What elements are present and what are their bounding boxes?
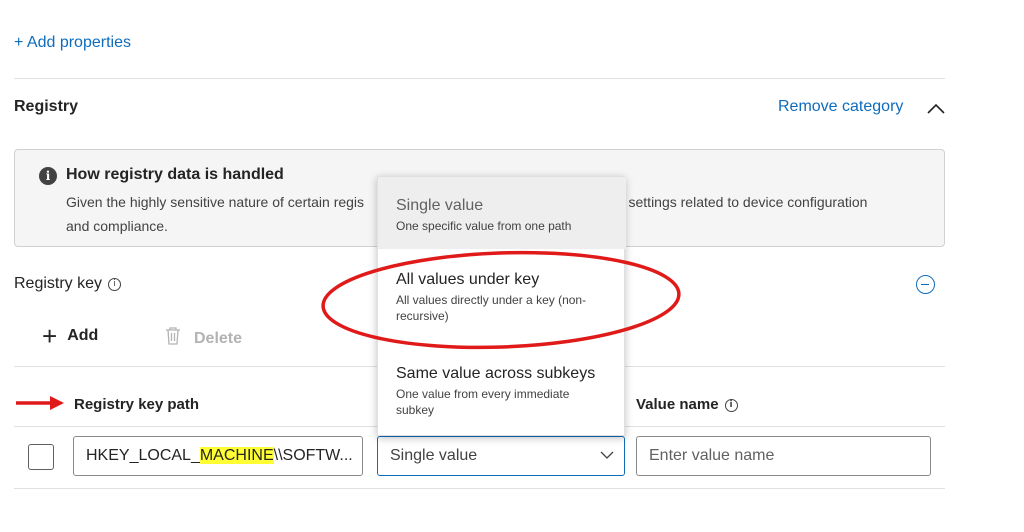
row-checkbox[interactable] <box>28 444 54 470</box>
registry-key-label: Registry key i <box>14 275 122 293</box>
info-body-line2: and compliance. <box>66 218 168 234</box>
red-arrow-icon <box>16 396 64 410</box>
add-properties-link[interactable]: + Add properties <box>14 34 131 52</box>
info-icon: i <box>39 167 57 185</box>
remove-category-link[interactable]: Remove category <box>778 98 903 116</box>
info-icon[interactable]: i <box>108 278 122 291</box>
registry-key-path-input[interactable]: HKEY_LOCAL_MACHINE\\SOFTW... <box>73 436 363 476</box>
column-header-value-name: Value name i <box>636 396 738 413</box>
plus-icon: + <box>42 321 58 351</box>
option-single-value[interactable]: Single value One specific value from one… <box>378 177 626 249</box>
info-body-end: ng settings related to device configurat… <box>609 194 868 210</box>
trash-icon <box>164 326 182 351</box>
collapse-minus-icon[interactable] <box>916 275 935 294</box>
add-button[interactable]: + Add <box>42 321 98 351</box>
option-same-value-across-subkeys[interactable]: Same value across subkeys One value from… <box>378 349 626 437</box>
chevron-up-icon[interactable] <box>924 98 948 118</box>
info-title: How registry data is handled <box>66 166 284 183</box>
chevron-down-icon <box>600 451 614 459</box>
column-header-registry-key-path: Registry key path <box>74 396 200 413</box>
divider <box>14 488 945 489</box>
value-name-input[interactable]: Enter value name <box>636 436 931 476</box>
info-icon[interactable]: i <box>724 399 738 412</box>
value-type-select[interactable]: Single value <box>377 436 625 476</box>
option-all-values-under-key[interactable]: All values under key All values directly… <box>378 249 626 349</box>
category-title: Registry <box>14 98 79 115</box>
value-type-dropdown: Single value One specific value from one… <box>377 176 626 437</box>
info-body-start: Given the highly sensitive nature of cer… <box>66 194 365 210</box>
delete-button[interactable]: Delete <box>164 326 242 351</box>
divider <box>14 78 945 79</box>
